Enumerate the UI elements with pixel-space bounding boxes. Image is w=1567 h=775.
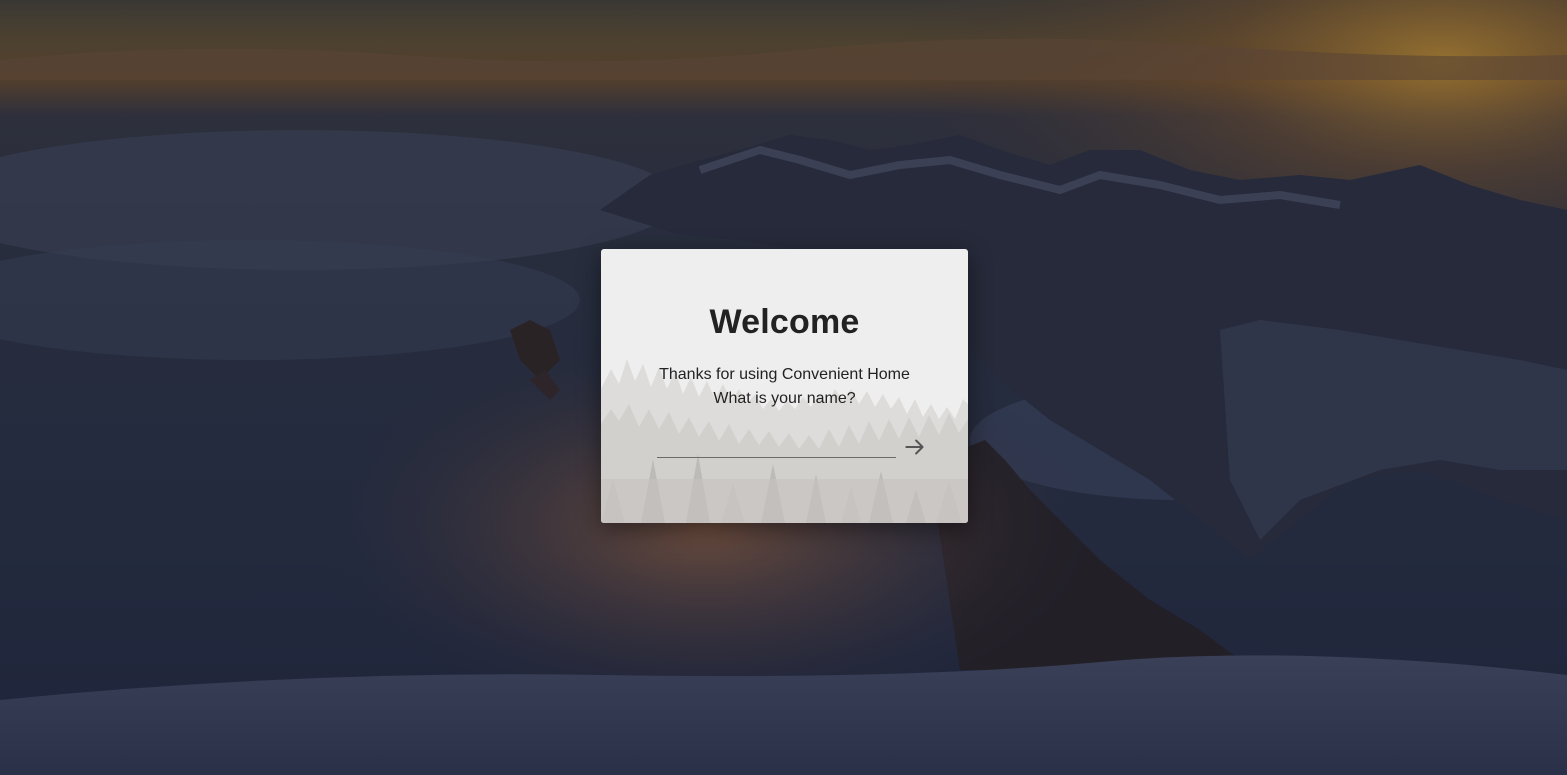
name-input[interactable] [657, 433, 896, 458]
dialog-subtitle-question: What is your name? [713, 390, 856, 407]
arrow-right-icon [905, 439, 924, 455]
dialog-subtitle-thanks: Thanks for using Convenient Home [659, 366, 910, 383]
welcome-dialog: Welcome Thanks for using Convenient Home… [601, 249, 968, 523]
submit-name-button[interactable] [902, 434, 928, 460]
dialog-content: Welcome Thanks for using Convenient Home… [601, 249, 968, 523]
dialog-title: Welcome [709, 303, 860, 341]
